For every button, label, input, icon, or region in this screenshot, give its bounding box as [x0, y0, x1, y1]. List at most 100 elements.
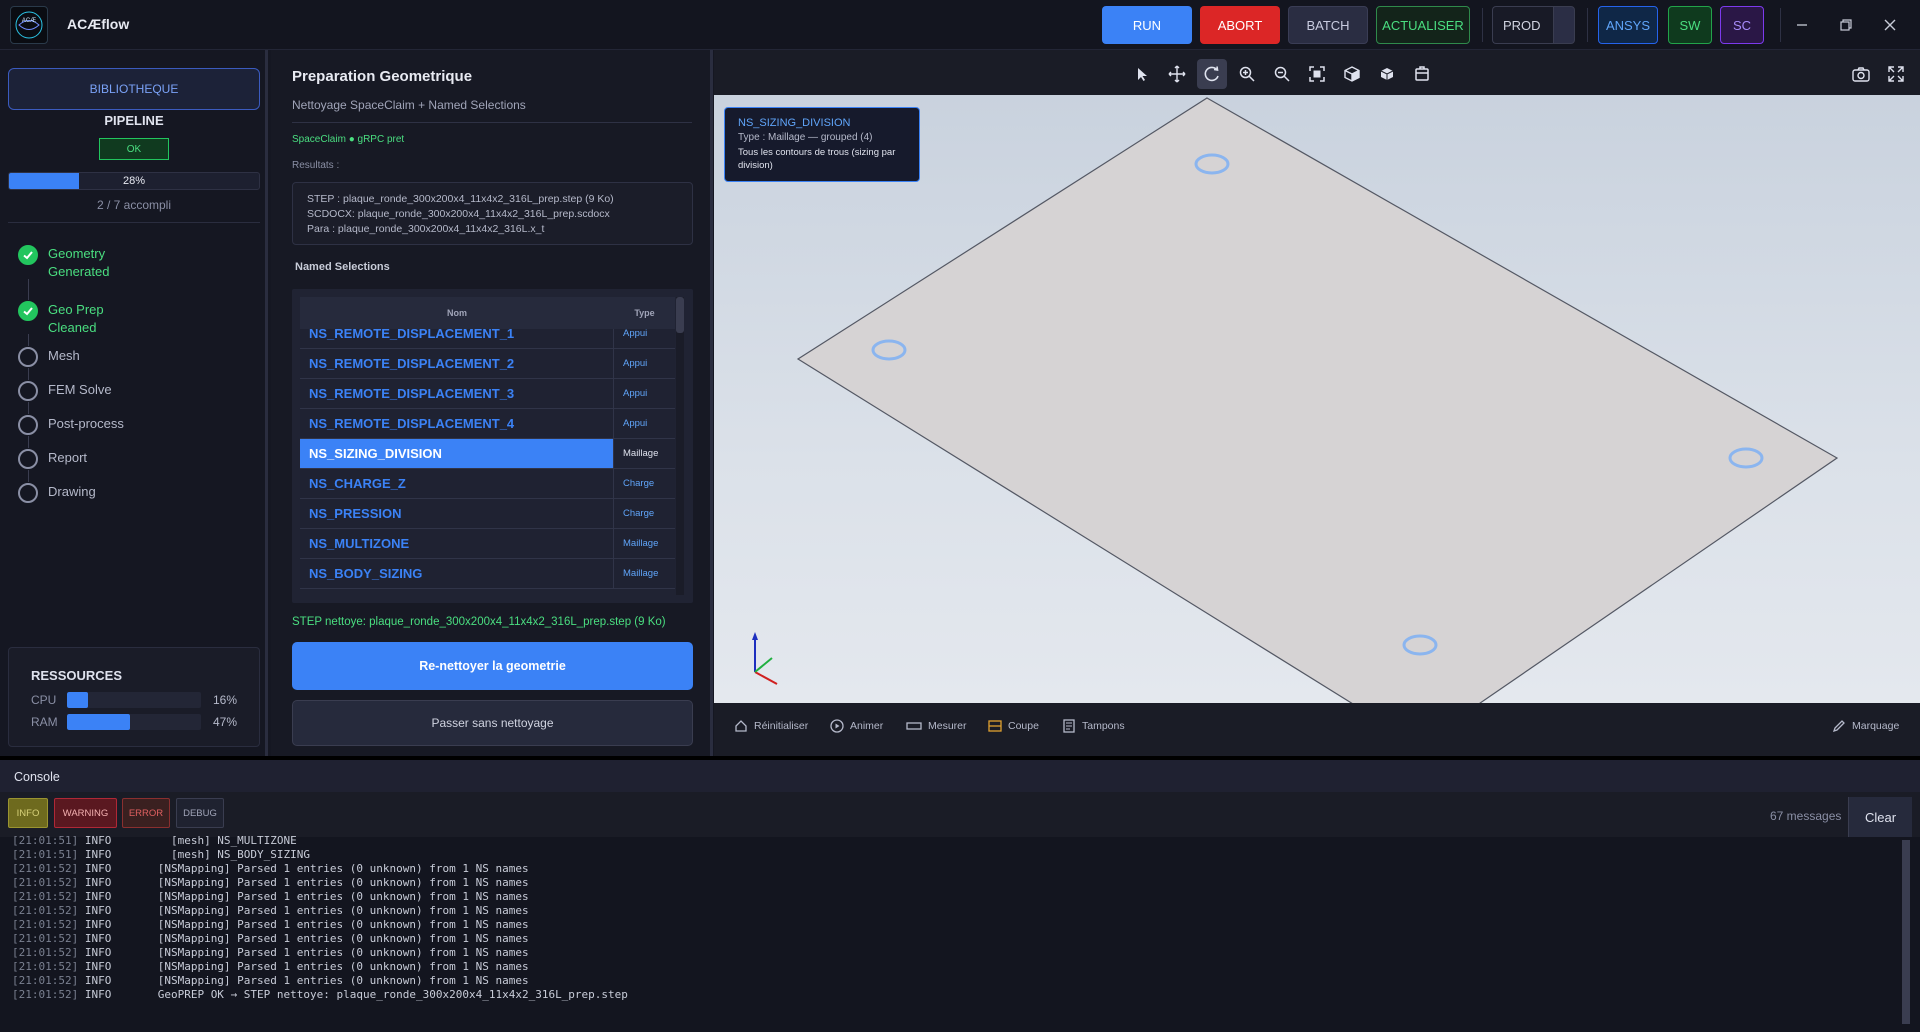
actualiser-button[interactable]: ACTUALISER	[1376, 6, 1470, 44]
log-level: INFO	[78, 848, 132, 861]
scrollbar-thumb[interactable]	[1902, 840, 1910, 1024]
log-level: INFO	[78, 862, 132, 875]
log-line: [21:01:52] INFO [NSMapping] Parsed 1 ent…	[12, 932, 1892, 946]
section-button[interactable]: Coupe	[988, 719, 1039, 733]
zoom-out-icon[interactable]	[1267, 59, 1297, 89]
log-line: [21:01:52] INFO [NSMapping] Parsed 1 ent…	[12, 974, 1892, 988]
step-connector	[28, 402, 29, 414]
column-header-name[interactable]: Nom	[300, 297, 614, 329]
pipeline-step-mesh[interactable]: Mesh	[18, 347, 138, 367]
log-message: [NSMapping] Parsed 1 entries (0 unknown)…	[131, 974, 529, 987]
measure-button[interactable]: Mesurer	[906, 719, 967, 733]
log-timestamp: [21:01:51]	[12, 834, 79, 847]
log-level: INFO	[78, 918, 132, 931]
log-message: [NSMapping] Parsed 1 entries (0 unknown)…	[131, 904, 529, 917]
log-level: INFO	[78, 904, 132, 917]
ns-name: NS_REMOTE_DISPLACEMENT_3	[300, 379, 614, 408]
pan-icon[interactable]	[1162, 59, 1192, 89]
table-row[interactable]: NS_REMOTE_DISPLACEMENT_2 Appui	[300, 349, 675, 379]
reclean-geometry-button[interactable]: Re-nettoyer la geometrie	[292, 642, 693, 690]
stamps-label: Tampons	[1082, 720, 1125, 732]
plate-face	[796, 97, 1839, 703]
viewport-canvas[interactable]: NS_SIZING_DIVISION Type : Maillage — gro…	[714, 95, 1920, 703]
pipeline-step-geometry[interactable]: Geometry Generated	[18, 245, 138, 281]
section-box-icon[interactable]	[1407, 59, 1437, 89]
environment-toggle[interactable]	[1553, 6, 1575, 44]
ns-name: NS_CHARGE_Z	[300, 469, 614, 498]
zoom-in-icon[interactable]	[1232, 59, 1262, 89]
step-label: Geometry Generated	[48, 246, 110, 279]
table-scrollbar[interactable]	[676, 297, 684, 595]
log-timestamp: [21:01:52]	[12, 988, 79, 1001]
animate-label: Animer	[850, 720, 884, 732]
fit-icon[interactable]	[1302, 59, 1332, 89]
table-row[interactable]: NS_REMOTE_DISPLACEMENT_1 Appui	[300, 329, 675, 349]
tooltip-type: Type : Maillage — grouped (4)	[738, 132, 873, 143]
abort-button[interactable]: ABORT	[1200, 6, 1280, 44]
ram-label: RAM	[31, 715, 58, 729]
clear-console-button[interactable]: Clear	[1848, 797, 1912, 837]
library-button[interactable]: BIBLIOTHEQUE	[8, 68, 260, 110]
filter-debug-button[interactable]: DEBUG	[176, 798, 224, 828]
batch-button[interactable]: BATCH	[1288, 6, 1368, 44]
select-icon[interactable]	[1127, 59, 1157, 89]
close-icon[interactable]	[1878, 13, 1902, 37]
pipeline-step-report[interactable]: Report	[18, 449, 138, 469]
log-timestamp: [21:01:52]	[12, 974, 79, 987]
panel-title: Preparation Geometrique	[292, 68, 473, 85]
filter-warning-button[interactable]: WARNING	[54, 798, 117, 828]
solidworks-button[interactable]: SW	[1668, 6, 1712, 44]
log-line: [21:01:52] INFO [NSMapping] Parsed 1 ent…	[12, 862, 1892, 876]
table-row[interactable]: NS_MULTIZONE Maillage	[300, 529, 675, 559]
filter-error-button[interactable]: ERROR	[122, 798, 170, 828]
console-header: Console	[0, 760, 1920, 792]
animate-button[interactable]: Animer	[830, 719, 883, 733]
pipeline-progress-label: 28%	[122, 175, 146, 187]
3d-viewport: NS_SIZING_DIVISION Type : Maillage — gro…	[714, 50, 1920, 756]
table-row[interactable]: NS_BODY_SIZING Maillage	[300, 559, 675, 589]
restore-icon[interactable]	[1834, 13, 1858, 37]
ns-name: NS_SIZING_DIVISION	[300, 439, 614, 468]
log-timestamp: [21:01:52]	[12, 862, 79, 875]
table-row[interactable]: NS_REMOTE_DISPLACEMENT_3 Appui	[300, 379, 675, 409]
reset-label: Réinitialiser	[754, 720, 809, 732]
console-title: Console	[14, 770, 60, 784]
rotate-icon[interactable]	[1197, 59, 1227, 89]
skip-cleaning-button[interactable]: Passer sans nettoyage	[292, 700, 693, 746]
ansys-button[interactable]: ANSYS	[1598, 6, 1658, 44]
ns-type: Maillage	[623, 538, 659, 549]
pipeline-step-post-process[interactable]: Post-process	[18, 415, 138, 435]
table-row[interactable]: NS_PRESSION Charge	[300, 499, 675, 529]
minimize-icon[interactable]	[1790, 13, 1814, 37]
fullscreen-icon[interactable]	[1881, 59, 1911, 89]
scrollbar-thumb[interactable]	[676, 297, 684, 333]
pipeline-step-fem-solve[interactable]: FEM Solve	[18, 381, 138, 401]
results-label: Resultats :	[292, 160, 340, 171]
stamps-button[interactable]: Tampons	[1062, 719, 1125, 733]
console-scrollbar[interactable]	[1902, 840, 1910, 1024]
camera-icon[interactable]	[1846, 59, 1876, 89]
step-label: Drawing	[48, 484, 96, 499]
marking-button[interactable]: Marquage	[1832, 719, 1899, 733]
log-message: GeoPREP OK → STEP nettoye: plaque_ronde_…	[131, 988, 628, 1001]
pipeline-step-geoprep[interactable]: Geo Prep Cleaned	[18, 301, 138, 337]
iso-view-icon[interactable]	[1337, 59, 1367, 89]
toolbar-divider	[1587, 8, 1588, 42]
filter-info-button[interactable]: INFO	[8, 798, 48, 828]
log-line: [21:01:52] INFO [NSMapping] Parsed 1 ent…	[12, 946, 1892, 960]
column-header-type[interactable]: Type	[614, 297, 675, 329]
console-log: [21:01:51] INFO [mesh] NS_MULTIZONE [21:0…	[12, 834, 1892, 1024]
environment-select[interactable]: PROD	[1492, 6, 1554, 44]
box-view-icon[interactable]	[1372, 59, 1402, 89]
toolbar-divider	[1780, 8, 1781, 42]
table-row[interactable]: NS_CHARGE_Z Charge	[300, 469, 675, 499]
run-button[interactable]: RUN	[1102, 6, 1192, 44]
spaceclaim-button[interactable]: SC	[1720, 6, 1764, 44]
table-row[interactable]: NS_REMOTE_DISPLACEMENT_4 Appui	[300, 409, 675, 439]
pending-circle-icon	[18, 347, 38, 367]
pipeline-step-drawing[interactable]: Drawing	[18, 483, 138, 503]
table-row-selected[interactable]: NS_SIZING_DIVISION Maillage	[300, 439, 675, 469]
ns-type: Appui	[623, 388, 648, 399]
reset-view-button[interactable]: Réinitialiser	[734, 719, 808, 733]
section-icon	[988, 720, 1002, 732]
